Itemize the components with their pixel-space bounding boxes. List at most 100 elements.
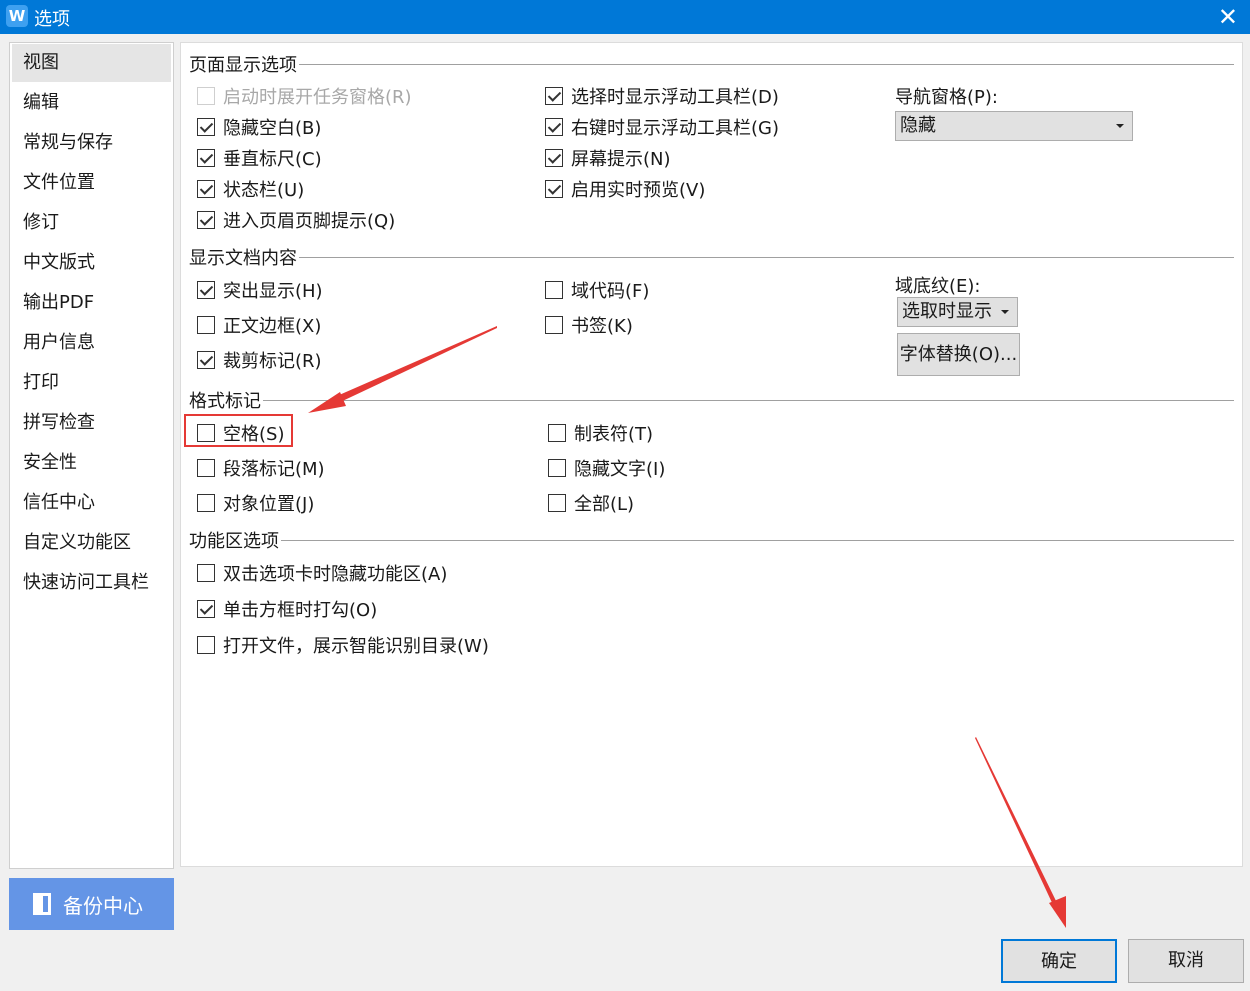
sidebar-item[interactable]: 打印	[12, 364, 171, 402]
sidebar-item[interactable]: 自定义功能区	[12, 524, 171, 562]
backup-label: 备份中心	[63, 893, 143, 918]
checkbox-item[interactable]: 单击方框时打勾(O)	[197, 596, 377, 622]
backup-icon	[33, 893, 51, 915]
title-bar: W 选项 ✕	[0, 0, 1250, 34]
checkbox-checked-icon[interactable]	[545, 180, 563, 198]
ok-button[interactable]: 确定	[1001, 939, 1117, 983]
sidebar-item[interactable]: 信任中心	[12, 484, 171, 522]
checkbox-unchecked-icon[interactable]	[197, 316, 215, 334]
checkbox-item[interactable]: 空格(S)	[197, 420, 284, 446]
section-doc-content: 显示文档内容	[189, 245, 1234, 269]
checkbox-label: 制表符(T)	[574, 424, 654, 445]
select-value: 选取时显示	[902, 301, 992, 322]
font-substitution-button[interactable]: 字体替换(O)...	[897, 333, 1020, 376]
checkbox-label: 进入页眉页脚提示(Q)	[223, 211, 396, 232]
checkbox-unchecked-icon[interactable]	[548, 424, 566, 442]
sidebar-item[interactable]: 输出PDF	[12, 284, 171, 322]
checkbox-label: 隐藏空白(B)	[223, 118, 322, 139]
checkbox-checked-icon[interactable]	[545, 87, 563, 105]
section-ribbon-options: 功能区选项	[189, 528, 1234, 552]
checkbox-item[interactable]: 启用实时预览(V)	[545, 176, 705, 202]
sidebar-item[interactable]: 视图	[12, 44, 171, 82]
checkbox-item[interactable]: 段落标记(M)	[197, 455, 325, 481]
section-format-marks: 格式标记	[189, 388, 1234, 412]
checkbox-unchecked-icon[interactable]	[545, 316, 563, 334]
sidebar-item[interactable]: 文件位置	[12, 164, 171, 202]
checkbox-item[interactable]: 状态栏(U)	[197, 176, 304, 202]
checkbox-label: 启动时展开任务窗格(R)	[223, 87, 412, 108]
section-title: 功能区选项	[189, 531, 279, 552]
sidebar-item[interactable]: 编辑	[12, 84, 171, 122]
checkbox-label: 隐藏文字(I)	[574, 459, 666, 480]
checkbox-item[interactable]: 隐藏文字(I)	[548, 455, 665, 481]
checkbox-unchecked-icon[interactable]	[548, 494, 566, 512]
checkbox-item[interactable]: 打开文件，展示智能识别目录(W)	[197, 632, 489, 658]
backup-center-button[interactable]: 备份中心	[9, 878, 174, 930]
checkbox-item[interactable]: 制表符(T)	[548, 420, 653, 446]
sidebar-item[interactable]: 快速访问工具栏	[12, 564, 171, 602]
checkbox-item[interactable]: 书签(K)	[545, 312, 633, 338]
close-icon[interactable]: ✕	[1218, 3, 1238, 31]
checkbox-item[interactable]: 突出显示(H)	[197, 277, 323, 303]
checkbox-unchecked-icon[interactable]	[197, 494, 215, 512]
checkbox-item[interactable]: 域代码(F)	[545, 277, 649, 303]
checkbox-item[interactable]: 垂直标尺(C)	[197, 145, 322, 171]
checkbox-label: 垂直标尺(C)	[223, 149, 322, 170]
checkbox-item[interactable]: 正文边框(X)	[197, 312, 321, 338]
window-title: 选项	[34, 9, 70, 30]
checkbox-label: 启用实时预览(V)	[571, 180, 706, 201]
checkbox-label: 裁剪标记(R)	[223, 351, 322, 372]
checkbox-checked-icon[interactable]	[545, 149, 563, 167]
section-title: 格式标记	[189, 391, 261, 412]
checkbox-checked-icon[interactable]	[197, 281, 215, 299]
sidebar-item[interactable]: 用户信息	[12, 324, 171, 362]
sidebar-item[interactable]: 中文版式	[12, 244, 171, 282]
checkbox-item[interactable]: 选择时显示浮动工具栏(D)	[545, 83, 779, 109]
checkbox-item[interactable]: 全部(L)	[548, 490, 634, 516]
checkbox-item[interactable]: 屏幕提示(N)	[545, 145, 671, 171]
checkbox-item[interactable]: 裁剪标记(R)	[197, 347, 322, 373]
checkbox-unchecked-icon[interactable]	[197, 424, 215, 442]
section-page-display: 页面显示选项	[189, 52, 1234, 76]
checkbox-label: 选择时显示浮动工具栏(D)	[571, 87, 779, 108]
checkbox-unchecked-icon[interactable]	[197, 636, 215, 654]
checkbox-checked-icon[interactable]	[197, 180, 215, 198]
checkbox-item[interactable]: 右键时显示浮动工具栏(G)	[545, 114, 779, 140]
checkbox-item[interactable]: 双击选项卡时隐藏功能区(A)	[197, 560, 447, 586]
checkbox-label: 屏幕提示(N)	[571, 149, 671, 170]
checkbox-unchecked-icon[interactable]	[197, 564, 215, 582]
field-shading-label: 域底纹(E):	[895, 276, 981, 297]
view-options-panel: 页面显示选项 导航窗格(P): 隐藏 显示文档内容 域底纹(E): 选取时显示 …	[180, 42, 1243, 867]
section-title: 页面显示选项	[189, 55, 297, 76]
checkbox-unchecked-icon[interactable]	[548, 459, 566, 477]
nav-pane-select[interactable]: 隐藏	[895, 111, 1133, 141]
checkbox-checked-icon[interactable]	[197, 211, 215, 229]
sidebar-item[interactable]: 常规与保存	[12, 124, 171, 162]
sidebar-item[interactable]: 安全性	[12, 444, 171, 482]
checkbox-unchecked-icon[interactable]	[197, 459, 215, 477]
checkbox-checked-icon[interactable]	[197, 600, 215, 618]
checkbox-checked-icon[interactable]	[197, 149, 215, 167]
sidebar-item[interactable]: 拼写检查	[12, 404, 171, 442]
checkbox-unchecked-icon[interactable]	[197, 87, 215, 105]
checkbox-label: 段落标记(M)	[223, 459, 325, 480]
checkbox-item: 启动时展开任务窗格(R)	[197, 83, 412, 109]
cancel-button[interactable]: 取消	[1128, 939, 1244, 983]
checkbox-item[interactable]: 进入页眉页脚提示(Q)	[197, 207, 395, 233]
wps-logo-icon: W	[6, 5, 28, 27]
select-value: 隐藏	[900, 115, 936, 136]
chevron-down-icon	[1001, 310, 1009, 314]
checkbox-item[interactable]: 隐藏空白(B)	[197, 114, 321, 140]
checkbox-label: 突出显示(H)	[223, 281, 323, 302]
checkbox-checked-icon[interactable]	[197, 118, 215, 136]
checkbox-checked-icon[interactable]	[545, 118, 563, 136]
checkbox-label: 状态栏(U)	[223, 180, 305, 201]
sidebar-item[interactable]: 修订	[12, 204, 171, 242]
chevron-down-icon	[1116, 124, 1124, 128]
checkbox-label: 双击选项卡时隐藏功能区(A)	[223, 564, 448, 585]
checkbox-label: 域代码(F)	[571, 281, 650, 302]
checkbox-checked-icon[interactable]	[197, 351, 215, 369]
field-shading-select[interactable]: 选取时显示	[897, 297, 1018, 327]
checkbox-unchecked-icon[interactable]	[545, 281, 563, 299]
checkbox-item[interactable]: 对象位置(J)	[197, 490, 314, 516]
